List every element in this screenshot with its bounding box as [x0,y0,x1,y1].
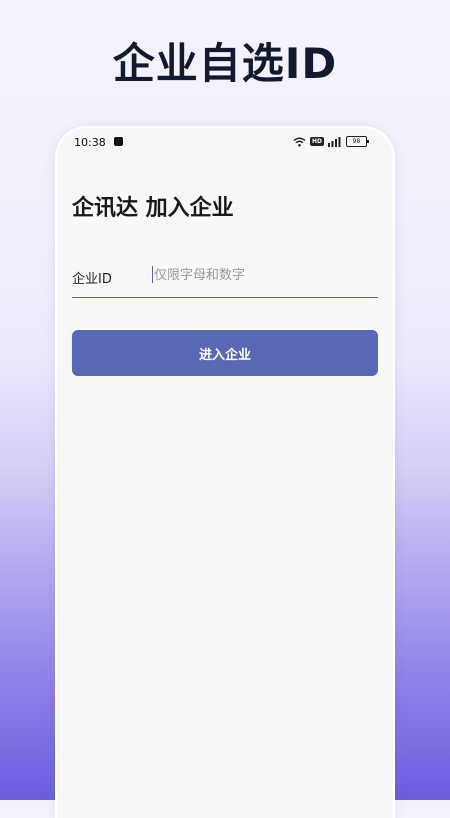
enterprise-id-field [152,264,378,288]
enterprise-id-label: 企业ID [72,272,112,287]
input-underline [72,297,378,298]
signal-icon [328,136,342,147]
text-cursor [152,266,153,283]
battery-icon: 98 [346,136,369,147]
page-title: 企讯达 加入企业 [72,196,234,221]
wifi-icon [293,137,306,147]
phone-screen: 10:38 HD 98 企讯达 加入企业 企业ID 仅限字母和数字 进入企业 [57,128,393,818]
status-time: 10:38 [74,136,106,149]
join-enterprise-button[interactable]: 进入企业 [72,330,378,376]
notification-icon [114,137,123,146]
promo-headline: 企业自选ID [112,39,338,88]
status-bar: 10:38 HD 98 [57,128,393,158]
hd-icon: HD [309,137,324,146]
status-icons: HD 98 [293,136,369,147]
enterprise-id-input[interactable] [154,264,376,286]
